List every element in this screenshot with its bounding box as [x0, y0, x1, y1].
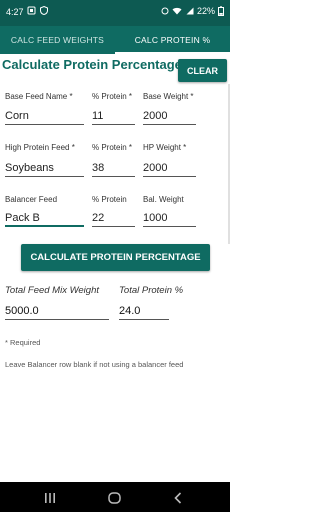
calculate-protein-button[interactable]: CALCULATE PROTEIN PERCENTAGE: [21, 244, 210, 271]
base-feed-name-label: Base Feed Name *: [5, 92, 73, 101]
status-bar: 4:27 22%: [0, 0, 230, 26]
status-time: 4:27: [6, 7, 24, 17]
battery-icon: [218, 6, 224, 16]
base-weight-input[interactable]: 2000: [143, 109, 196, 125]
base-protein-input[interactable]: 11: [92, 109, 135, 125]
balancer-hint: Leave Balancer row blank if not using a …: [5, 360, 184, 369]
status-notifications: [27, 6, 48, 15]
balancer-feed-input[interactable]: Pack B: [5, 211, 84, 227]
back-icon[interactable]: [173, 491, 183, 509]
total-feed-mix-weight-label: Total Feed Mix Weight: [5, 285, 99, 296]
notification-icon: [27, 6, 36, 15]
balancer-weight-input[interactable]: 1000: [143, 211, 196, 227]
balancer-feed-label: Balancer Feed: [5, 195, 58, 204]
base-protein-label: % Protein *: [92, 92, 133, 101]
signal-icon: [185, 7, 194, 15]
page-title: Calculate Protein Percentage: [2, 57, 182, 72]
hp-protein-input[interactable]: 38: [92, 161, 135, 177]
high-protein-feed-input[interactable]: Soybeans: [5, 161, 84, 177]
total-protein-value: 24.0: [119, 304, 169, 320]
tab-calc-feed-weights[interactable]: CALC FEED WEIGHTS: [0, 26, 115, 54]
clear-button[interactable]: CLEAR: [178, 59, 227, 82]
home-icon[interactable]: [108, 491, 121, 509]
total-feed-mix-weight-value: 5000.0: [5, 304, 109, 320]
tab-bar: CALC FEED WEIGHTS CALC PROTEIN %: [0, 26, 230, 54]
status-system-icons: 22%: [161, 6, 224, 16]
wifi-icon: [172, 7, 182, 15]
balancer-protein-label: % Protein: [92, 195, 127, 204]
base-weight-label: Base Weight *: [143, 92, 194, 101]
hp-weight-input[interactable]: 2000: [143, 161, 196, 177]
total-protein-label: Total Protein %: [119, 285, 184, 296]
navigation-bar: [0, 482, 230, 512]
base-feed-name-input[interactable]: Corn: [5, 109, 84, 125]
hp-protein-label: % Protein *: [92, 143, 133, 152]
scroll-indicator: [228, 84, 230, 244]
balancer-protein-input[interactable]: 22: [92, 211, 135, 227]
required-note: * Required: [5, 338, 41, 347]
tab-calc-protein[interactable]: CALC PROTEIN %: [115, 26, 230, 54]
shield-icon: [40, 6, 48, 15]
alarm-icon: [161, 7, 169, 15]
recents-icon[interactable]: [44, 491, 56, 509]
balancer-weight-label: Bal. Weight: [143, 195, 184, 204]
battery-percent: 22%: [196, 6, 215, 16]
high-protein-feed-label: High Protein Feed *: [5, 143, 75, 152]
hp-weight-label: HP Weight *: [143, 143, 187, 152]
